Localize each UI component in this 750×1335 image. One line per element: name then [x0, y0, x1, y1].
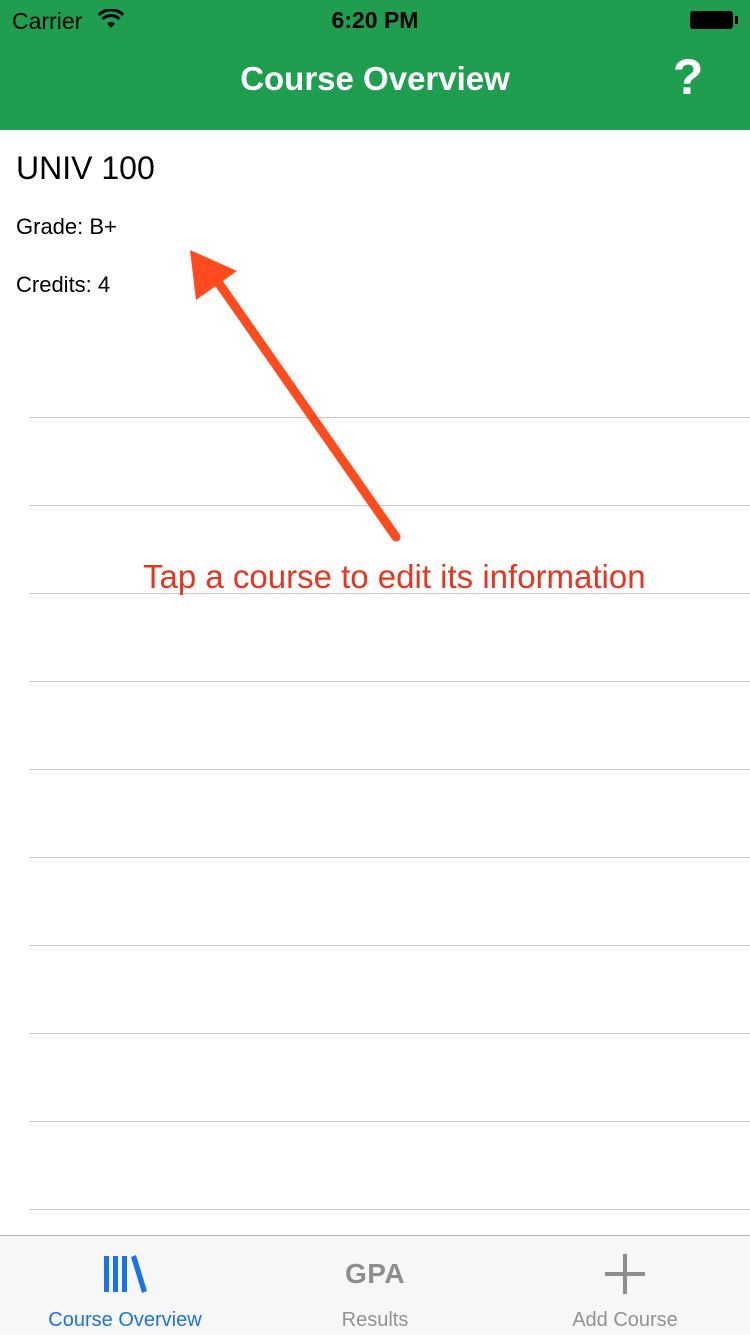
- tab-label: Course Overview: [48, 1309, 202, 1331]
- row-separator: [30, 1121, 750, 1122]
- battery-icon: [690, 11, 733, 29]
- tab-label: Results: [341, 1309, 409, 1331]
- hint-text: Tap a course to edit its information: [143, 558, 646, 595]
- status-time: 6:20 PM: [331, 7, 419, 33]
- row-separator: [30, 857, 750, 858]
- row-separator: [30, 945, 750, 946]
- battery-nub: [735, 16, 738, 24]
- tab-results[interactable]: GPA Results: [250, 1236, 500, 1335]
- tab-label: Add Course: [572, 1309, 678, 1331]
- plus-icon: [500, 1250, 750, 1298]
- page-title: Course Overview: [240, 60, 510, 97]
- nav-header: Carrier 6:20 PM Course Overview ?: [0, 0, 750, 130]
- tab-add-course[interactable]: Add Course: [500, 1236, 750, 1335]
- course-credits: Credits: 4: [16, 272, 111, 297]
- help-button[interactable]: ?: [666, 50, 710, 104]
- row-separator: [30, 1209, 750, 1210]
- gpa-icon: GPA: [344, 1258, 406, 1289]
- row-separator: [30, 769, 750, 770]
- course-cell[interactable]: UNIV 100 Grade: B+ Credits: 4: [0, 130, 750, 418]
- books-icon: [0, 1250, 250, 1298]
- row-separator: [30, 417, 750, 418]
- tab-course-overview[interactable]: Course Overview: [0, 1236, 250, 1335]
- row-separator: [30, 681, 750, 682]
- course-name: UNIV 100: [16, 150, 155, 186]
- row-separator: [30, 1033, 750, 1034]
- row-separator: [30, 505, 750, 506]
- course-grade: Grade: B+: [16, 214, 117, 239]
- tab-bar: Course Overview GPA Results Add Course: [0, 1235, 750, 1334]
